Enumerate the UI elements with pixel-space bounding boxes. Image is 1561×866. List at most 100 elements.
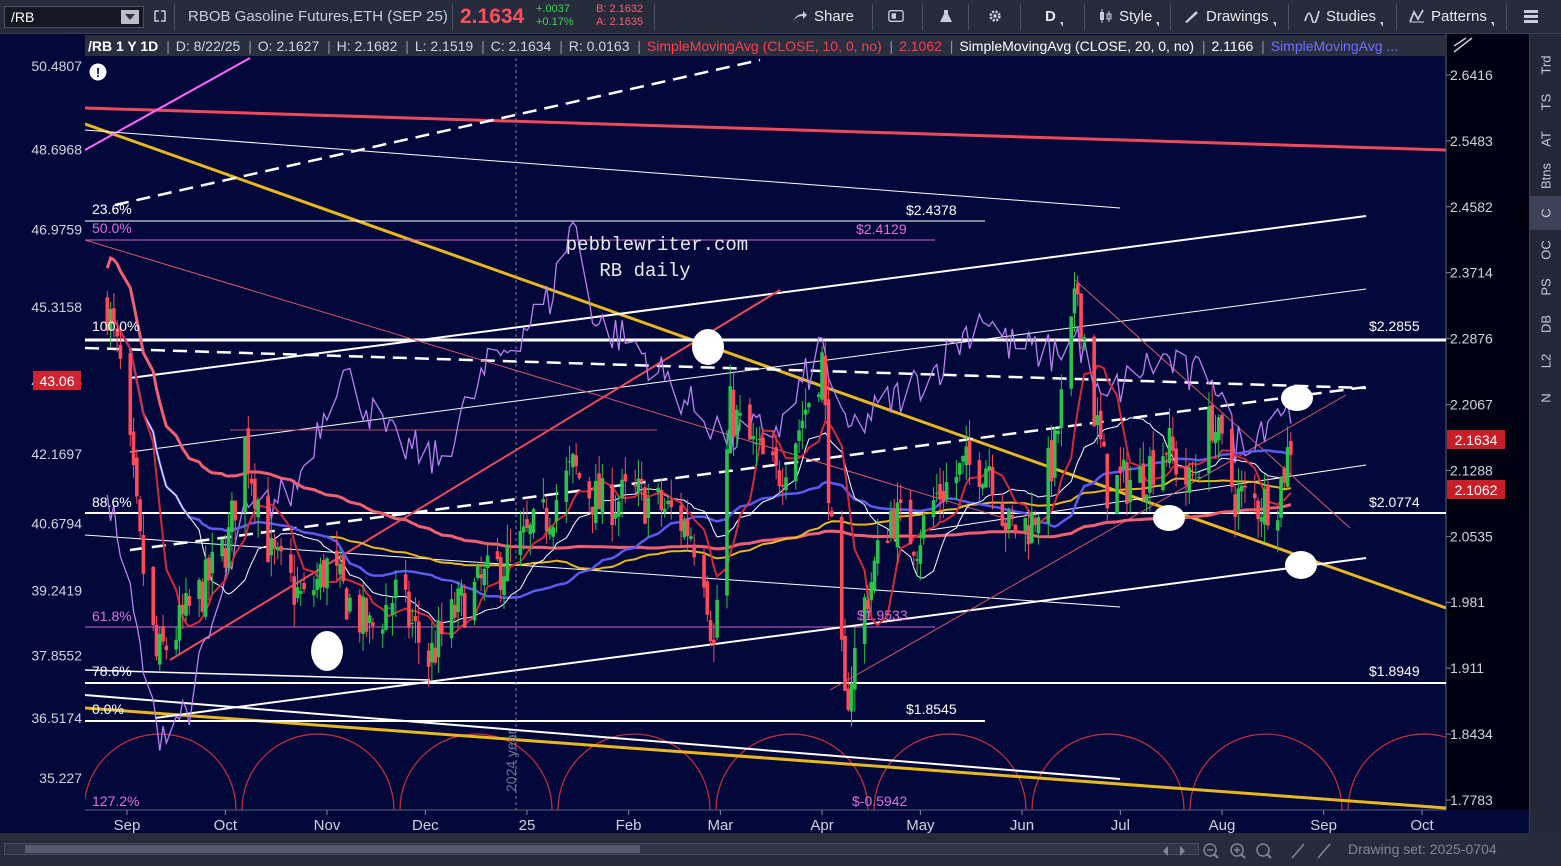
chart-panel[interactable]: $2.4378 $2.4129 $2.2855 $2.0774 $1.9533 $1.89… — [0, 34, 1529, 834]
side-tab-ps[interactable]: PS — [1530, 270, 1561, 304]
side-tab-l2[interactable]: L2 — [1530, 344, 1561, 378]
candle-body — [869, 582, 874, 601]
time-tick-label: Sep — [114, 817, 141, 833]
chevron-down-icon[interactable] — [121, 10, 139, 24]
ellipse-marker[interactable] — [311, 631, 343, 671]
zoom-fit-icon[interactable] — [1256, 843, 1272, 859]
link-icon[interactable] — [152, 0, 174, 34]
side-tab-db[interactable]: DB — [1530, 307, 1561, 341]
rsi-tick-label: 42.1697 — [31, 446, 82, 462]
time-tick-label: Oct — [214, 817, 238, 833]
candle-body — [1000, 502, 1005, 526]
level-label: $-0.5942 — [852, 793, 907, 809]
candle-body — [754, 442, 759, 445]
ellipse-marker[interactable] — [692, 329, 724, 365]
side-tab-n[interactable]: N — [1530, 381, 1561, 415]
candle-style-icon — [1100, 9, 1112, 23]
side-tab-label: N — [1538, 393, 1554, 403]
fib-label: 23.6% — [92, 201, 132, 217]
drawings-button[interactable]: Drawings — [1184, 0, 1276, 34]
gear-icon[interactable] — [987, 0, 1009, 34]
zoom-out-icon[interactable] — [1203, 843, 1219, 859]
price-axis[interactable] — [1446, 34, 1529, 810]
candle-body — [390, 602, 395, 616]
candle-body — [1059, 389, 1064, 429]
right-side-panel: Trd TS AT Btns C OC PS DB L2 N — [1529, 34, 1561, 833]
side-tab-at[interactable]: AT — [1530, 122, 1561, 156]
candle-body — [610, 484, 615, 526]
patterns-button[interactable]: Patterns — [1409, 0, 1494, 34]
draw-line-icon[interactable] — [1291, 843, 1305, 859]
zoom-controls — [1163, 843, 1331, 859]
candle-body — [528, 524, 533, 535]
alert-icon-glyph: ! — [96, 65, 100, 80]
studies-button[interactable]: Studies — [1304, 0, 1384, 34]
candle-body — [335, 550, 339, 566]
level-label: $1.8949 — [1369, 663, 1420, 679]
candle-body — [1279, 476, 1283, 518]
candle-body — [853, 648, 857, 690]
candle-body — [771, 451, 775, 456]
collapse-study-icon[interactable] — [1450, 36, 1476, 56]
header-sep: | — [890, 38, 894, 54]
candle-body — [1003, 522, 1008, 531]
horizontal-scrollbar[interactable] — [4, 843, 1199, 855]
candle-body — [325, 558, 329, 589]
candle-body — [1010, 514, 1014, 520]
ellipse-marker[interactable] — [1281, 385, 1313, 411]
side-tab-btns[interactable]: Btns — [1530, 159, 1561, 193]
price-chart[interactable]: $2.4378 $2.4129 $2.2855 $2.0774 $1.9533 $1.89… — [0, 34, 1529, 834]
candle-body — [794, 443, 798, 482]
scroll-right-icon[interactable] — [1180, 846, 1185, 856]
symbol-selector[interactable]: /RB — [4, 6, 144, 28]
time-tick-label: Jul — [1111, 817, 1130, 833]
candle-body — [590, 506, 595, 515]
candle-body — [941, 490, 946, 503]
candle-body — [820, 352, 824, 400]
side-tab-trd[interactable]: Trd — [1530, 48, 1561, 82]
candle-body — [541, 499, 546, 503]
plot-area[interactable] — [85, 34, 1446, 810]
rsi-tick-label: 45.3158 — [31, 299, 82, 315]
candle-body — [315, 578, 319, 590]
price-tick-label: 1.911 — [1450, 660, 1484, 676]
price-tick-label: 2.3714 — [1450, 265, 1493, 281]
candle-body — [118, 344, 123, 359]
fib-label: 78.6% — [92, 663, 132, 679]
candle-body — [1141, 463, 1146, 498]
candle-body — [298, 591, 303, 594]
level-label: $2.0774 — [1369, 494, 1420, 510]
side-tab-ts[interactable]: TS — [1530, 85, 1561, 119]
snapshot-icon[interactable] — [888, 0, 910, 34]
candle-body — [272, 539, 277, 549]
side-tab-oc[interactable]: OC — [1530, 233, 1561, 267]
ellipse-marker[interactable] — [1285, 551, 1317, 579]
style-label: Style — [1119, 8, 1153, 25]
interval-selector[interactable]: D — [1045, 0, 1063, 34]
drawing-set-icon[interactable] — [1317, 843, 1331, 859]
candle-body — [266, 496, 270, 562]
side-tab-label: Btns — [1538, 162, 1554, 190]
candle-body — [613, 513, 618, 519]
layout-icon[interactable] — [1523, 0, 1545, 34]
candle-body — [571, 453, 575, 468]
flask-icon[interactable] — [938, 0, 960, 34]
ellipse-marker[interactable] — [1153, 505, 1185, 531]
header-sep: | — [559, 38, 563, 54]
candle-body — [1187, 467, 1192, 493]
scroll-left-icon[interactable] — [1163, 846, 1168, 856]
candle-body — [990, 467, 995, 496]
scrollbar-thumb[interactable] — [25, 845, 640, 853]
side-tab-c[interactable]: C — [1530, 196, 1561, 230]
time-tick-label: Aug — [1209, 817, 1236, 833]
zoom-in-icon[interactable] — [1230, 843, 1246, 859]
rsi-tick-label: 37.8552 — [31, 647, 82, 663]
price-change: +.0037 — [536, 3, 570, 15]
share-button[interactable]: Share — [792, 0, 854, 34]
candle-body — [977, 460, 982, 487]
drawing-set-label[interactable]: Drawing set: 2025-0704 — [1348, 841, 1497, 857]
last-price: 2.1634 — [460, 5, 525, 28]
style-button[interactable]: Style — [1097, 0, 1160, 34]
candle-body — [357, 594, 362, 633]
candle-body — [338, 563, 342, 575]
